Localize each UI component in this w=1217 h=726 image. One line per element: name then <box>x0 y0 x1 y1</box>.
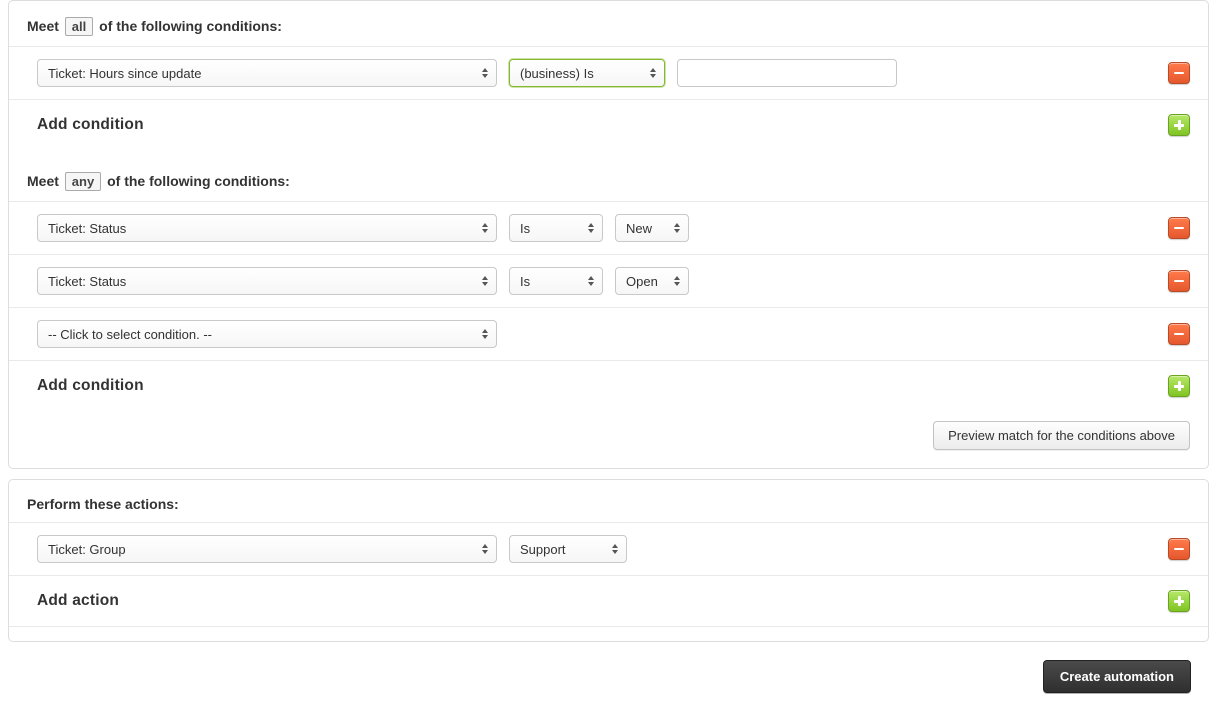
conditions-card: Meet all of the following conditions: Ti… <box>8 0 1209 469</box>
conditions-all-heading-prefix: Meet <box>27 18 59 34</box>
add-condition-row-any: Add condition <box>9 360 1208 411</box>
chevron-updown-icon <box>648 66 658 80</box>
condition-field-select[interactable]: Ticket: Status <box>37 267 497 295</box>
plus-icon <box>1174 381 1184 391</box>
chevron-updown-icon <box>480 66 490 80</box>
add-condition-button[interactable] <box>1168 375 1190 397</box>
create-automation-label: Create automation <box>1060 669 1174 684</box>
chevron-updown-icon <box>672 274 682 288</box>
condition-field-select[interactable]: -- Click to select condition. -- <box>37 320 497 348</box>
conditions-all-heading-suffix: of the following conditions: <box>99 18 282 34</box>
action-field-select[interactable]: Ticket: Group <box>37 535 497 563</box>
preview-conditions-label: Preview match for the conditions above <box>948 428 1175 443</box>
condition-field-value: Ticket: Hours since update <box>48 66 201 81</box>
chevron-updown-icon <box>480 542 490 556</box>
condition-value-select[interactable]: Open <box>615 267 689 295</box>
remove-condition-button[interactable] <box>1168 270 1190 292</box>
minus-icon <box>1174 548 1184 551</box>
condition-row: Ticket: Status Is Open <box>9 254 1208 307</box>
condition-field-select[interactable]: Ticket: Hours since update <box>37 59 497 87</box>
add-condition-button[interactable] <box>1168 114 1190 136</box>
condition-field-value: -- Click to select condition. -- <box>48 327 212 342</box>
chevron-updown-icon <box>586 221 596 235</box>
conditions-all-chip: all <box>65 17 93 36</box>
page-footer: Create automation <box>8 652 1209 697</box>
remove-condition-button[interactable] <box>1168 217 1190 239</box>
plus-icon <box>1174 120 1184 130</box>
action-row: Ticket: Group Support <box>9 522 1208 575</box>
preview-row: Preview match for the conditions above <box>9 411 1208 468</box>
conditions-any-heading-prefix: Meet <box>27 173 59 189</box>
chevron-updown-icon <box>672 221 682 235</box>
condition-field-value: Ticket: Status <box>48 274 126 289</box>
chevron-updown-icon <box>586 274 596 288</box>
plus-icon <box>1174 596 1184 606</box>
minus-icon <box>1174 280 1184 283</box>
minus-icon <box>1174 333 1184 336</box>
minus-icon <box>1174 72 1184 75</box>
add-action-button[interactable] <box>1168 590 1190 612</box>
condition-value-select[interactable]: New <box>615 214 689 242</box>
conditions-any-chip: any <box>65 172 101 191</box>
add-condition-row-all: Add condition <box>9 99 1208 150</box>
condition-field-value: Ticket: Status <box>48 221 126 236</box>
condition-value-value: Open <box>626 274 658 289</box>
actions-heading-text: Perform these actions: <box>27 496 179 512</box>
conditions-all-heading: Meet all of the following conditions: <box>9 1 1208 46</box>
actions-heading: Perform these actions: <box>9 480 1208 522</box>
condition-operator-select[interactable]: Is <box>509 267 603 295</box>
condition-operator-select[interactable]: Is <box>509 214 603 242</box>
conditions-any-heading: Meet any of the following conditions: <box>9 150 1208 201</box>
add-condition-label: Add condition <box>37 116 144 134</box>
condition-row: -- Click to select condition. -- <box>9 307 1208 360</box>
actions-card: Perform these actions: Ticket: Group Sup… <box>8 479 1209 642</box>
minus-icon <box>1174 227 1184 230</box>
condition-field-select[interactable]: Ticket: Status <box>37 214 497 242</box>
add-condition-label: Add condition <box>37 377 144 395</box>
condition-operator-value: (business) Is <box>520 66 594 81</box>
add-action-label: Add action <box>37 592 119 610</box>
condition-operator-select[interactable]: (business) Is <box>509 59 665 87</box>
action-value-select[interactable]: Support <box>509 535 627 563</box>
condition-operator-value: Is <box>520 274 530 289</box>
remove-action-button[interactable] <box>1168 538 1190 560</box>
conditions-any-heading-suffix: of the following conditions: <box>107 173 290 189</box>
remove-condition-button[interactable] <box>1168 62 1190 84</box>
chevron-updown-icon <box>610 542 620 556</box>
condition-value-value: New <box>626 221 652 236</box>
add-action-row: Add action <box>9 575 1208 627</box>
condition-row: Ticket: Status Is New <box>9 201 1208 254</box>
condition-operator-value: Is <box>520 221 530 236</box>
action-field-value: Ticket: Group <box>48 542 126 557</box>
preview-conditions-button[interactable]: Preview match for the conditions above <box>933 421 1190 450</box>
remove-condition-button[interactable] <box>1168 323 1190 345</box>
condition-value-input[interactable] <box>677 59 897 87</box>
chevron-updown-icon <box>480 221 490 235</box>
chevron-updown-icon <box>480 274 490 288</box>
create-automation-button[interactable]: Create automation <box>1043 660 1191 693</box>
chevron-updown-icon <box>480 327 490 341</box>
action-value-value: Support <box>520 542 566 557</box>
condition-row: Ticket: Hours since update (business) Is <box>9 46 1208 99</box>
